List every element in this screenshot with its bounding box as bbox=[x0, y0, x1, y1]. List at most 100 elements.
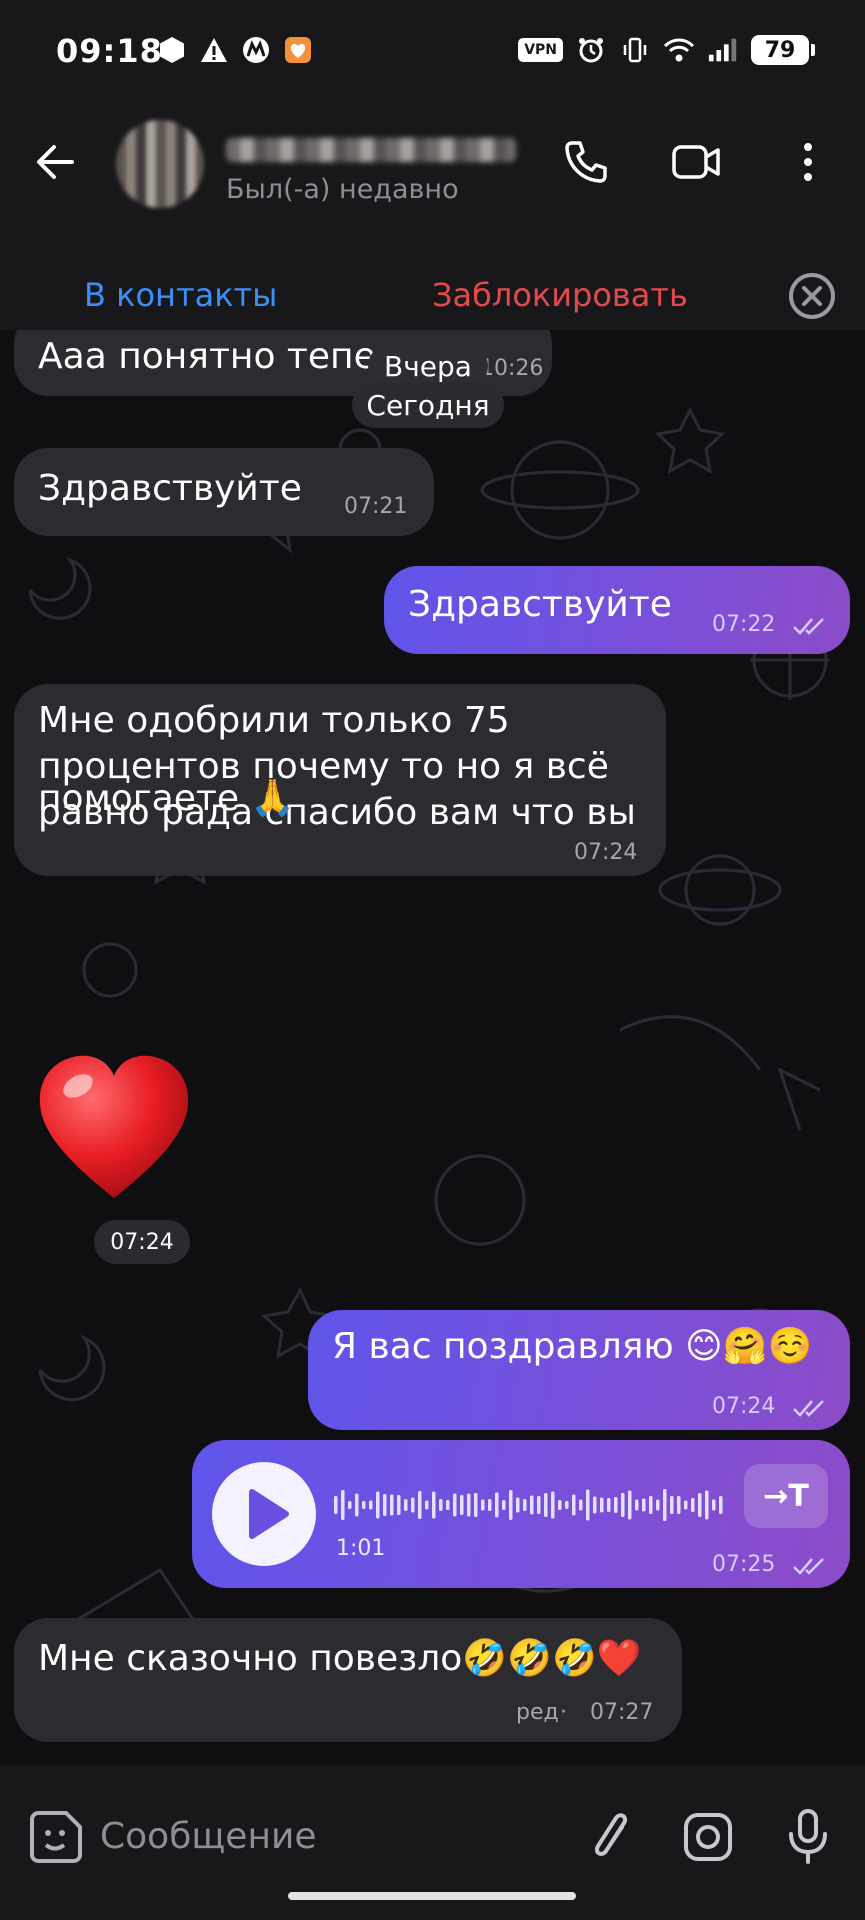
message-text: Здравствуйте bbox=[408, 584, 672, 625]
warning-icon bbox=[198, 34, 230, 66]
waveform-bar bbox=[691, 1498, 695, 1512]
waveform-bar bbox=[586, 1489, 590, 1521]
microphone-icon bbox=[789, 1809, 827, 1864]
waveform-bar bbox=[341, 1490, 345, 1520]
transcribe-button[interactable]: →T bbox=[744, 1464, 828, 1528]
waveform-bar bbox=[481, 1499, 485, 1511]
waveform-bar bbox=[404, 1499, 408, 1511]
arrow-left-icon bbox=[37, 145, 74, 179]
voice-waveform[interactable] bbox=[334, 1482, 730, 1528]
waveform-bar bbox=[600, 1497, 604, 1513]
message-input[interactable] bbox=[100, 1803, 560, 1869]
message-time: 07:22 bbox=[712, 612, 776, 637]
voice-message-outgoing[interactable]: 1:01 →T 07:25 bbox=[192, 1440, 850, 1588]
vibrate-icon bbox=[619, 34, 651, 66]
waveform-bar bbox=[369, 1500, 373, 1510]
add-to-contacts-button[interactable]: В контакты bbox=[84, 276, 277, 314]
video-camera-icon bbox=[672, 145, 720, 179]
date-divider: Сегодня bbox=[352, 382, 504, 428]
close-circle-icon bbox=[789, 273, 835, 319]
voice-record-button[interactable] bbox=[778, 1807, 838, 1867]
signal-icon bbox=[707, 34, 739, 66]
status-bar: 09:18 VPN 79 bbox=[0, 0, 865, 100]
waveform-bar bbox=[383, 1494, 387, 1516]
waveform-bar bbox=[551, 1491, 555, 1519]
call-button[interactable] bbox=[558, 134, 614, 190]
waveform-bar bbox=[656, 1499, 660, 1511]
waveform-bar bbox=[376, 1491, 380, 1519]
camera-button[interactable] bbox=[678, 1807, 738, 1867]
waveform-bar bbox=[572, 1494, 576, 1516]
waveform-bar bbox=[397, 1495, 401, 1515]
waveform-bar bbox=[348, 1501, 352, 1509]
vpn-badge: VPN bbox=[518, 38, 563, 62]
waveform-bar bbox=[390, 1494, 394, 1516]
waveform-bar bbox=[544, 1493, 548, 1517]
more-menu-button[interactable] bbox=[780, 134, 836, 190]
message-text: Ааа понятно тепе bbox=[38, 336, 376, 377]
block-user-button[interactable]: Заблокировать bbox=[432, 276, 688, 314]
attach-button[interactable] bbox=[580, 1807, 640, 1867]
waveform-bar bbox=[558, 1500, 562, 1510]
waveform-bar bbox=[355, 1493, 359, 1517]
waveform-bar bbox=[593, 1496, 597, 1514]
message-line: помогаете 🙏 bbox=[38, 778, 296, 819]
play-icon bbox=[249, 1489, 289, 1539]
waveform-bar bbox=[411, 1497, 415, 1513]
waveform-bar bbox=[334, 1496, 338, 1514]
dismiss-action-bar-button[interactable] bbox=[786, 270, 838, 322]
separator-dot: · bbox=[560, 1700, 567, 1725]
wifi-icon bbox=[663, 34, 695, 66]
sticker-button[interactable] bbox=[26, 1807, 86, 1867]
waveform-bar bbox=[516, 1497, 520, 1513]
waveform-bar bbox=[614, 1497, 618, 1513]
message-bubble-incoming[interactable]: Мне сказочно повезло🤣🤣🤣❤️ ред · 07:27 bbox=[14, 1618, 682, 1742]
waveform-bar bbox=[649, 1496, 653, 1514]
camera-icon bbox=[684, 1813, 732, 1861]
message-list[interactable]: Ааа понятно тепе 10:26 Вчера Сегодня Здр… bbox=[0, 330, 865, 1765]
waveform-bar bbox=[474, 1493, 478, 1517]
message-time: 07:24 bbox=[574, 840, 638, 865]
last-seen-status: Был(-а) недавно bbox=[226, 174, 459, 205]
paperclip-icon bbox=[595, 1813, 627, 1856]
double-check-icon bbox=[793, 618, 824, 635]
waveform-bar bbox=[677, 1496, 681, 1514]
message-time: 10:26 bbox=[480, 356, 544, 381]
waveform-bar bbox=[460, 1495, 464, 1515]
sticker-time: 07:24 bbox=[94, 1220, 190, 1264]
battery-indicator: 79 bbox=[751, 35, 815, 65]
contact-action-bar: В контакты Заблокировать bbox=[0, 270, 865, 330]
waveform-bar bbox=[418, 1491, 422, 1519]
waveform-bar bbox=[488, 1499, 492, 1511]
status-time: 09:18 bbox=[56, 32, 163, 70]
edited-label: ред bbox=[516, 1700, 559, 1725]
contact-name[interactable] bbox=[226, 136, 516, 164]
waveform-bar bbox=[523, 1499, 527, 1511]
play-button[interactable] bbox=[212, 1462, 316, 1566]
back-button[interactable] bbox=[34, 140, 78, 184]
waveform-bar bbox=[362, 1501, 366, 1509]
avatar[interactable] bbox=[116, 120, 204, 208]
video-call-button[interactable] bbox=[668, 134, 724, 190]
waveform-bar bbox=[670, 1496, 674, 1514]
waveform-bar bbox=[719, 1496, 723, 1514]
message-time: 07:25 bbox=[712, 1552, 776, 1577]
message-bubble-outgoing[interactable]: Здравствуйте 07:22 bbox=[384, 566, 850, 654]
system-icons: VPN 79 bbox=[518, 34, 815, 66]
message-bubble-outgoing[interactable]: Я вас поздравляю 😊🤗☺️ 07:24 bbox=[308, 1310, 850, 1430]
waveform-bar bbox=[635, 1499, 639, 1511]
waveform-bar bbox=[607, 1498, 611, 1512]
waveform-bar bbox=[565, 1501, 569, 1509]
waveform-bar bbox=[628, 1490, 632, 1520]
alarm-icon bbox=[575, 34, 607, 66]
sticker-icon bbox=[30, 1811, 82, 1863]
message-text: Здравствуйте bbox=[38, 468, 302, 509]
heart-sticker[interactable] bbox=[36, 1052, 192, 1200]
notification-icons bbox=[156, 34, 314, 66]
waveform-bar bbox=[446, 1500, 450, 1510]
waveform-bar bbox=[439, 1499, 443, 1511]
message-bubble-incoming[interactable]: Здравствуйте 07:21 bbox=[14, 448, 434, 536]
home-indicator[interactable] bbox=[288, 1892, 576, 1900]
phone-icon bbox=[565, 141, 607, 183]
more-vertical-icon bbox=[804, 143, 812, 181]
